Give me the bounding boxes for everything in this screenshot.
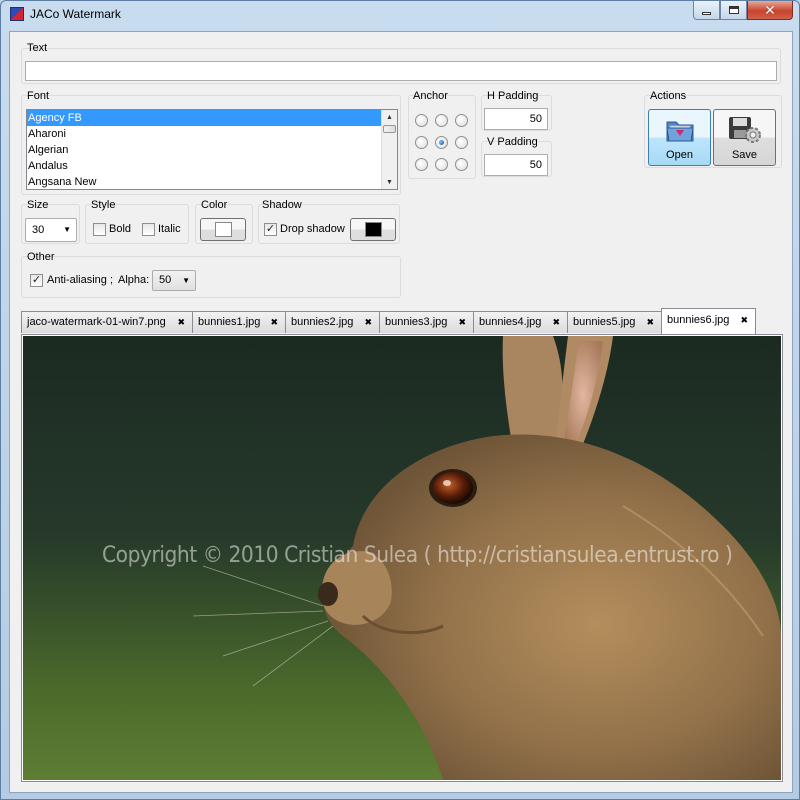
app-icon xyxy=(10,7,24,21)
title-bar[interactable]: JACo Watermark ✕ xyxy=(1,1,799,27)
close-button[interactable]: ✕ xyxy=(747,1,793,20)
text-group-label: Text xyxy=(27,42,48,54)
tab-close-icon[interactable]: ✖ xyxy=(646,312,654,332)
style-group-label: Style xyxy=(91,199,116,211)
tab-label: bunnies1.jpg xyxy=(198,316,261,328)
shadow-group-label: Shadow xyxy=(262,199,302,211)
window-controls: ✕ xyxy=(693,1,793,21)
tab-label: bunnies3.jpg xyxy=(385,316,448,328)
anchor-bottom-right-radio[interactable] xyxy=(455,158,468,171)
drop-shadow-label[interactable]: Drop shadow xyxy=(280,223,345,235)
font-list-item[interactable]: Agency FB xyxy=(27,110,397,126)
watermark-text-input[interactable] xyxy=(25,61,777,81)
image-preview[interactable]: Copyright © 2010 Cristian Sulea ( http:/… xyxy=(21,334,783,782)
tab-close-icon[interactable]: ✖ xyxy=(740,309,748,331)
tab-label: bunnies5.jpg xyxy=(573,316,636,328)
anchor-top-left-radio[interactable] xyxy=(415,114,428,127)
anchor-center-radio[interactable] xyxy=(435,136,448,149)
actions-group-label: Actions xyxy=(650,90,687,102)
save-button-label: Save xyxy=(731,149,758,161)
anchor-middle-left-radio[interactable] xyxy=(415,136,428,149)
window-title: JACo Watermark xyxy=(30,7,121,21)
bold-label[interactable]: Bold xyxy=(109,223,131,235)
font-list-scrollbar[interactable]: ▲ ▼ xyxy=(381,110,397,189)
chevron-down-icon: ▼ xyxy=(63,225,71,234)
shadow-color-swatch xyxy=(365,222,382,237)
watermark-preview-text: Copyright © 2010 Cristian Sulea ( http:/… xyxy=(102,543,733,568)
font-list-item[interactable]: Andalus xyxy=(27,158,397,174)
scroll-thumb[interactable] xyxy=(383,125,396,133)
bold-checkbox[interactable] xyxy=(93,223,106,236)
size-select-value: 30 xyxy=(32,224,45,236)
maximize-icon xyxy=(728,6,739,14)
tab-jaco-watermark-01-win7[interactable]: jaco-watermark-01-win7.png ✖ xyxy=(21,311,193,333)
tab-close-icon[interactable]: ✖ xyxy=(552,312,560,332)
anchor-middle-right-radio[interactable] xyxy=(455,136,468,149)
tab-bunnies4[interactable]: bunnies4.jpg ✖ xyxy=(473,311,568,333)
font-list[interactable]: Agency FB Aharoni Algerian Andalus Angsa… xyxy=(26,109,398,190)
font-group-label: Font xyxy=(27,90,50,102)
alpha-label: Alpha: xyxy=(118,274,150,286)
alpha-select-value: 50 xyxy=(159,274,172,286)
color-group-label: Color xyxy=(201,199,228,211)
anchor-top-right-radio[interactable] xyxy=(455,114,468,127)
client-area: Text Font Agency FB Aharoni Algerian And… xyxy=(9,31,793,793)
maximize-button[interactable] xyxy=(720,1,747,20)
italic-checkbox[interactable] xyxy=(142,223,155,236)
open-button-label: Open xyxy=(666,149,693,161)
drop-shadow-checkbox[interactable]: ✓ xyxy=(264,223,277,236)
h-padding-label: H Padding xyxy=(487,90,539,102)
v-padding-input[interactable]: 50 xyxy=(484,154,548,176)
chevron-down-icon: ▼ xyxy=(182,276,190,285)
tab-label: jaco-watermark-01-win7.png xyxy=(27,316,166,328)
tab-label: bunnies4.jpg xyxy=(479,316,542,328)
font-list-item[interactable]: Algerian xyxy=(27,142,397,158)
anchor-group-label: Anchor xyxy=(413,90,448,102)
anti-aliasing-checkbox[interactable]: ✓ xyxy=(30,274,43,287)
close-icon: ✕ xyxy=(764,2,776,18)
anti-aliasing-label[interactable]: Anti-aliasing ; xyxy=(47,274,113,286)
open-button[interactable]: Open xyxy=(648,109,711,166)
tab-close-icon[interactable]: ✖ xyxy=(270,312,278,332)
size-select[interactable]: 30 ▼ xyxy=(25,218,77,242)
anchor-top-center-radio[interactable] xyxy=(435,114,448,127)
tab-close-icon[interactable]: ✖ xyxy=(177,312,185,332)
tab-bunnies5[interactable]: bunnies5.jpg ✖ xyxy=(567,311,662,333)
tab-label: bunnies6.jpg xyxy=(667,314,730,326)
v-padding-label: V Padding xyxy=(487,136,538,148)
font-list-item[interactable]: Angsana New xyxy=(27,174,397,189)
tab-bunnies1[interactable]: bunnies1.jpg ✖ xyxy=(192,311,286,333)
italic-label[interactable]: Italic xyxy=(158,223,181,235)
size-group-label: Size xyxy=(27,199,49,211)
minimize-icon xyxy=(702,11,711,15)
anchor-bottom-left-radio[interactable] xyxy=(415,158,428,171)
h-padding-input[interactable]: 50 xyxy=(484,108,548,130)
anchor-bottom-center-radio[interactable] xyxy=(435,158,448,171)
tab-close-icon[interactable]: ✖ xyxy=(458,312,466,332)
save-button[interactable]: Save xyxy=(713,109,776,166)
app-window: JACo Watermark ✕ Text Font Agency FB Aha… xyxy=(0,0,800,800)
shadow-color-button[interactable] xyxy=(350,218,396,241)
tab-bunnies3[interactable]: bunnies3.jpg ✖ xyxy=(379,311,474,333)
tab-close-icon[interactable]: ✖ xyxy=(364,312,372,332)
tab-label: bunnies2.jpg xyxy=(291,316,354,328)
disk-gear-icon xyxy=(729,117,761,143)
scroll-up-icon[interactable]: ▲ xyxy=(382,110,397,124)
color-swatch xyxy=(215,222,232,237)
folder-icon xyxy=(666,121,694,142)
alpha-select[interactable]: 50 ▼ xyxy=(152,270,196,291)
font-list-item[interactable]: Aharoni xyxy=(27,126,397,142)
tab-bunnies6[interactable]: bunnies6.jpg ✖ xyxy=(661,308,756,334)
minimize-button[interactable] xyxy=(693,1,720,20)
tab-bunnies2[interactable]: bunnies2.jpg ✖ xyxy=(285,311,380,333)
color-button[interactable] xyxy=(200,218,246,241)
scroll-down-icon[interactable]: ▼ xyxy=(382,175,397,189)
image-tabs: jaco-watermark-01-win7.png ✖ bunnies1.jp… xyxy=(21,308,781,334)
other-group-label: Other xyxy=(27,251,55,263)
